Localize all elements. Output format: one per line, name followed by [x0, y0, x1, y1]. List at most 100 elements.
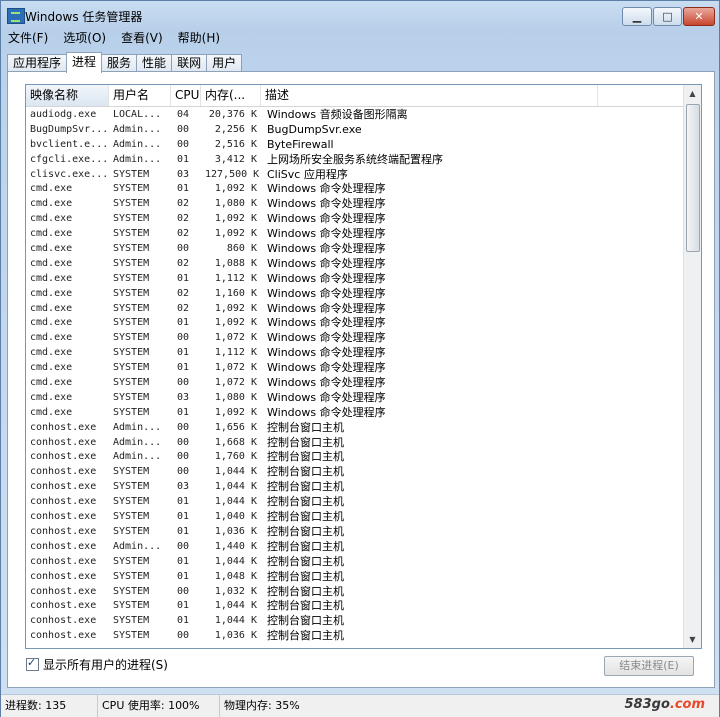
table-row[interactable]: cmd.exe SYSTEM 01 1,072 K Windows 命令处理程序: [26, 361, 683, 376]
tab-networking[interactable]: 联网: [171, 54, 208, 72]
table-row[interactable]: conhost.exe SYSTEM 00 1,036 K 控制台窗口主机: [26, 629, 683, 644]
table-row[interactable]: cmd.exe SYSTEM 00 1,072 K Windows 命令处理程序: [26, 376, 683, 391]
cell-image-name: conhost.exe: [30, 451, 97, 463]
cell-description: 控制台窗口主机: [267, 435, 344, 449]
scrollbar-thumb[interactable]: [686, 104, 700, 252]
cell-description: 控制台窗口主机: [267, 465, 344, 479]
cell-description: 控制台窗口主机: [267, 569, 344, 583]
table-row[interactable]: conhost.exe Admin... 00 1,760 K 控制台窗口主机: [26, 450, 683, 465]
cell-memory: 1,072 K: [214, 362, 257, 374]
scroll-up-icon[interactable]: ▲: [684, 85, 701, 102]
table-row[interactable]: clisvc.exe... SYSTEM 03 127,500 K CliSvc 应用程…: [26, 168, 683, 183]
table-row[interactable]: conhost.exe SYSTEM 01 1,044 K 控制台窗口主机: [26, 614, 683, 629]
table-row[interactable]: cmd.exe SYSTEM 02 1,092 K Windows 命令处理程序: [26, 227, 683, 242]
tab-performance[interactable]: 性能: [136, 54, 173, 72]
table-row[interactable]: cmd.exe SYSTEM 02 1,092 K Windows 命令处理程序: [26, 212, 683, 227]
menu-file[interactable]: 文件(F): [1, 27, 56, 45]
cell-cpu: 00: [177, 421, 190, 433]
table-row[interactable]: conhost.exe SYSTEM 01 1,044 K 控制台窗口主机: [26, 555, 683, 570]
cell-image-name: cmd.exe: [30, 228, 73, 240]
table-row[interactable]: bvclient.e... Admin... 00 2,516 K ByteFirewa…: [26, 138, 683, 153]
cell-user-name: SYSTEM: [113, 168, 150, 180]
cell-image-name: conhost.exe: [30, 481, 97, 493]
table-row[interactable]: conhost.exe SYSTEM 00 1,032 K 控制台窗口主机: [26, 585, 683, 600]
cell-description: CliSvc 应用程序: [267, 167, 348, 181]
cell-user-name: SYSTEM: [113, 317, 150, 329]
scroll-down-icon[interactable]: ▼: [684, 631, 701, 648]
cell-user-name: Admin...: [113, 451, 162, 463]
table-row[interactable]: cmd.exe SYSTEM 01 1,112 K Windows 命令处理程序: [26, 272, 683, 287]
table-row[interactable]: conhost.exe Admin... 00 1,668 K 控制台窗口主机: [26, 436, 683, 451]
cell-memory: 1,112 K: [214, 272, 257, 284]
table-row[interactable]: cmd.exe SYSTEM 02 1,092 K Windows 命令处理程序: [26, 302, 683, 317]
table-row[interactable]: cmd.exe SYSTEM 01 1,092 K Windows 命令处理程序: [26, 316, 683, 331]
table-row[interactable]: cmd.exe SYSTEM 01 1,092 K Windows 命令处理程序: [26, 182, 683, 197]
column-user-name[interactable]: 用户名: [109, 85, 171, 106]
cell-cpu: 00: [177, 436, 190, 448]
table-row[interactable]: cmd.exe SYSTEM 01 1,092 K Windows 命令处理程序: [26, 406, 683, 421]
cell-description: 控制台窗口主机: [267, 450, 344, 464]
menu-options[interactable]: 选项(O): [56, 27, 114, 45]
tab-users[interactable]: 用户: [206, 54, 243, 72]
cell-memory: 860 K: [226, 243, 257, 255]
show-all-users-checkbox[interactable]: [26, 656, 39, 671]
cell-user-name: SYSTEM: [113, 496, 150, 508]
column-description[interactable]: 描述: [261, 85, 598, 106]
cell-image-name: conhost.exe: [30, 496, 97, 508]
table-row[interactable]: cmd.exe SYSTEM 02 1,160 K Windows 命令处理程序: [26, 287, 683, 302]
cell-image-name: audiodg.exe: [30, 109, 97, 120]
status-process-count: 进程数: 135: [1, 695, 98, 717]
site-watermark: 583go.com: [625, 694, 706, 716]
cell-description: Windows 命令处理程序: [267, 227, 386, 241]
table-row[interactable]: cmd.exe SYSTEM 00 1,072 K Windows 命令处理程序: [26, 331, 683, 346]
vertical-scrollbar[interactable]: ▲ ▼: [683, 85, 701, 648]
cell-memory: 1,036 K: [214, 630, 257, 642]
cell-image-name: conhost.exe: [30, 600, 97, 612]
table-row[interactable]: BugDumpSvr... Admin... 00 2,256 K BugDumpSvr…: [26, 123, 683, 138]
table-row[interactable]: cmd.exe SYSTEM 01 1,112 K Windows 命令处理程序: [26, 346, 683, 361]
table-row[interactable]: cmd.exe SYSTEM 00 860 K Windows 命令处理程序: [26, 242, 683, 257]
cell-memory: 1,044 K: [214, 615, 257, 627]
cell-user-name: Admin...: [113, 138, 162, 150]
cell-image-name: conhost.exe: [30, 436, 97, 448]
table-row[interactable]: conhost.exe Admin... 00 1,656 K 控制台窗口主机: [26, 421, 683, 436]
table-row[interactable]: cmd.exe SYSTEM 02 1,088 K Windows 命令处理程序: [26, 257, 683, 272]
table-row[interactable]: conhost.exe SYSTEM 01 1,040 K 控制台窗口主机: [26, 510, 683, 525]
column-image-name[interactable]: 映像名称: [26, 85, 109, 106]
menu-help[interactable]: 帮助(H): [171, 27, 228, 45]
process-list[interactable]: 映像名称 用户名 CPU 内存(... 描述 audiodg.exe LOCAL.…: [25, 84, 702, 649]
close-button[interactable]: ✕: [683, 7, 715, 26]
cell-user-name: SYSTEM: [113, 600, 150, 612]
cell-cpu: 02: [177, 213, 190, 225]
table-row[interactable]: cmd.exe SYSTEM 02 1,080 K Windows 命令处理程序: [26, 197, 683, 212]
tab-applications[interactable]: 应用程序: [7, 54, 68, 72]
minimize-button[interactable]: ▁: [622, 7, 652, 26]
table-row[interactable]: conhost.exe SYSTEM 01 1,044 K 控制台窗口主机: [26, 495, 683, 510]
column-memory[interactable]: 内存(...: [201, 85, 261, 106]
table-row[interactable]: audiodg.exe LOCAL... 04 20,376 K Windows 音频设…: [26, 108, 683, 123]
show-all-users-label: 显示所有用户的进程(S): [43, 658, 168, 672]
table-row[interactable]: conhost.exe SYSTEM 01 1,044 K 控制台窗口主机: [26, 599, 683, 614]
column-cpu[interactable]: CPU: [171, 85, 201, 106]
table-row[interactable]: cmd.exe SYSTEM 03 1,080 K Windows 命令处理程序: [26, 391, 683, 406]
tab-processes[interactable]: 进程: [66, 52, 103, 73]
table-row[interactable]: conhost.exe SYSTEM 01 1,048 K 控制台窗口主机: [26, 570, 683, 585]
cell-image-name: conhost.exe: [30, 615, 97, 627]
cell-image-name: cmd.exe: [30, 198, 73, 210]
table-row[interactable]: conhost.exe SYSTEM 03 1,044 K 控制台窗口主机: [26, 480, 683, 495]
cell-image-name: cmd.exe: [30, 183, 73, 195]
cell-cpu: 01: [177, 496, 190, 508]
table-row[interactable]: conhost.exe SYSTEM 01 1,036 K 控制台窗口主机: [26, 525, 683, 540]
cell-description: 控制台窗口主机: [267, 495, 344, 509]
table-row[interactable]: cfgcli.exe... Admin... 01 3,412 K 上网场所安全服务系统…: [26, 153, 683, 168]
table-row[interactable]: conhost.exe SYSTEM 00 1,044 K 控制台窗口主机: [26, 465, 683, 480]
cell-cpu: 00: [177, 138, 190, 150]
tab-services[interactable]: 服务: [101, 54, 138, 72]
menu-view[interactable]: 查看(V): [114, 27, 171, 45]
end-process-button[interactable]: 结束进程(E): [604, 656, 694, 676]
column-filler: [598, 85, 683, 106]
table-row[interactable]: conhost.exe Admin... 00 1,440 K 控制台窗口主机: [26, 540, 683, 555]
cell-cpu: 00: [177, 243, 190, 255]
maximize-button[interactable]: □: [653, 7, 682, 26]
show-all-users-option[interactable]: 显示所有用户的进程(S): [26, 656, 168, 673]
